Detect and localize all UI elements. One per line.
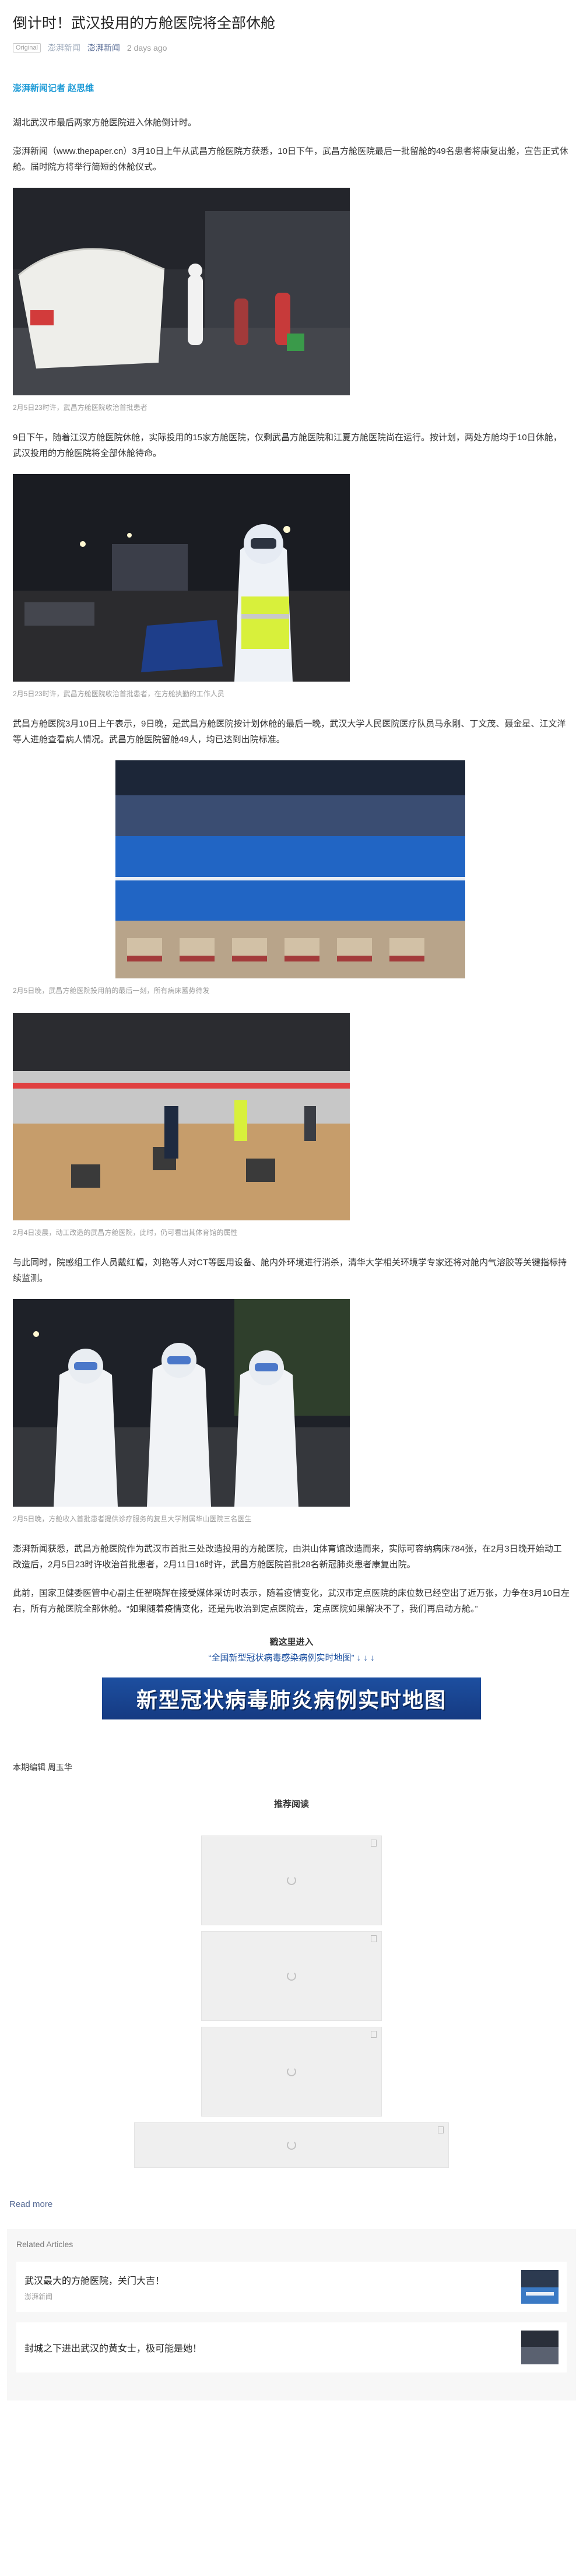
map-banner-text: 新型冠状病毒肺炎病例实时地图 — [136, 1688, 447, 1712]
source-link[interactable]: 澎湃新闻 — [48, 42, 80, 54]
figure-4: 2月4日凌晨，动工改造的武昌方舱医院，此时，仍可看出其体育馆的属性 — [13, 1013, 570, 1237]
related-item-title: 武汉最大的方舱医院，关门大吉！ — [24, 2276, 165, 2286]
loading-icon — [287, 2140, 296, 2150]
loading-icon — [287, 1971, 296, 1981]
recommend-placeholder[interactable] — [201, 2027, 382, 2117]
caption-2: 2月5日23时许，武昌方舱医院收治首批患者，在方舱执勤的工作人员 — [13, 690, 224, 698]
account-link[interactable]: 澎湃新闻 — [87, 42, 120, 54]
related-articles: Related Articles 武汉最大的方舱医院，关门大吉！ 澎湃新闻 封城… — [7, 2229, 576, 2400]
recommend-placeholder[interactable] — [134, 2122, 449, 2168]
paragraph-6: 此前，国家卫健委医管中心副主任翟晓辉在接受媒体采访时表示，随着疫情变化，武汉市定… — [13, 1588, 570, 1614]
figure-3: 2月5日晚，武昌方舱医院投用前的最后一刻，所有病床蓄势待发 — [13, 760, 570, 995]
article-meta: Original 澎湃新闻 澎湃新闻 2 days ago — [13, 42, 570, 54]
related-heading: Related Articles — [16, 2240, 73, 2249]
photo-worker[interactable] — [13, 474, 350, 682]
photo-beds[interactable] — [115, 760, 465, 978]
recommend-placeholder[interactable] — [201, 1836, 382, 1925]
paragraph-1: 澎湃新闻（www.thepaper.cn）3月10日上午从武昌方舱医院方获悉，1… — [13, 146, 568, 172]
caption-4: 2月4日凌晨，动工改造的武昌方舱医院，此时，仍可看出其体育馆的属性 — [13, 1229, 238, 1237]
related-item-source: 澎湃新闻 — [24, 2292, 53, 2301]
related-item[interactable]: 武汉最大的方舱医院，关门大吉！ 澎湃新闻 — [16, 2262, 567, 2312]
related-item[interactable]: 封城之下进出武汉的黄女士，极可能是她！ — [16, 2322, 567, 2373]
related-item-thumbnail — [521, 2270, 559, 2304]
cta-link[interactable]: “全国新型冠状病毒感染病例实时地图” ↓ ↓ ↓ — [13, 1651, 570, 1663]
paragraph-4: 与此同时，院感组工作人员戴红帽，刘艳等人对CT等医用设备、舱内外环境进行消杀，清… — [13, 1258, 567, 1283]
flag-icon — [371, 1840, 377, 1847]
figure-5: 2月5日晚，方舱收入首批患者提供诊疗服务的复旦大学附属华山医院三名医生 — [13, 1299, 570, 1524]
photo-doctors-graphic — [13, 1299, 350, 1507]
photo-gym[interactable] — [13, 1013, 350, 1220]
article-page: 倒计时！武汉投用的方舱医院将全部休舱 Original 澎湃新闻 澎湃新闻 2 … — [0, 0, 583, 2576]
figure-1: 2月5日23时许，武昌方舱医院收治首批患者 — [13, 188, 570, 412]
article-title: 倒计时！武汉投用的方舱医院将全部休舱 — [13, 15, 276, 31]
read-more-link[interactable]: Read more — [9, 2199, 583, 2209]
related-item-title: 封城之下进出武汉的黄女士，极可能是她！ — [24, 2344, 202, 2354]
caption-1: 2月5日23时许，武昌方舱医院收治首批患者 — [13, 403, 147, 412]
flag-icon — [438, 2126, 444, 2133]
recommend-list — [13, 1836, 570, 2168]
photo-doctors[interactable] — [13, 1299, 350, 1507]
editor-credit: 本期编辑 周玉华 — [13, 1763, 72, 1772]
loading-icon — [287, 2067, 296, 2076]
map-banner[interactable]: 新型冠状病毒肺炎病例实时地图 — [102, 1677, 481, 1719]
photo-beds-graphic — [115, 760, 465, 978]
photo-worker-graphic — [13, 474, 350, 682]
paragraph-intro: 湖北武汉市最后两家方舱医院进入休舱倒计时。 — [13, 118, 197, 128]
photo-tent[interactable] — [13, 188, 350, 395]
loading-icon — [287, 1876, 296, 1885]
paragraph-3: 武昌方舱医院3月10日上午表示，9日晚，是武昌方舱医院按计划休舱的最后一晚，武汉… — [13, 719, 566, 745]
paragraph-2: 9日下午，随着江汉方舱医院休舱，实际投用的15家方舱医院，仅剩武昌方舱医院和江夏… — [13, 433, 562, 458]
flag-icon — [371, 1935, 377, 1942]
reporter-line: 澎湃新闻记者 赵思维 — [13, 83, 94, 93]
recommend-title: 推荐阅读 — [273, 1799, 309, 1809]
caption-5: 2月5日晚，方舱收入首批患者提供诊疗服务的复旦大学附属华山医院三名医生 — [13, 1515, 252, 1523]
map-cta: 戳这里进入 “全国新型冠状病毒感染病例实时地图” ↓ ↓ ↓ 新型冠状病毒肺炎病… — [13, 1636, 570, 1719]
recommend-placeholder[interactable] — [201, 1931, 382, 2021]
photo-gym-graphic — [13, 1013, 350, 1220]
flag-icon — [371, 2031, 377, 2038]
figure-2: 2月5日23时许，武昌方舱医院收治首批患者，在方舱执勤的工作人员 — [13, 474, 570, 699]
publish-time: 2 days ago — [127, 43, 167, 52]
related-item-thumbnail — [521, 2331, 559, 2364]
original-tag: Original — [13, 43, 41, 52]
paragraph-5: 澎湃新闻获悉，武昌方舱医院作为武汉市首批三处改造投用的方舱医院，由洪山体育馆改造… — [13, 1544, 562, 1570]
photo-tent-graphic — [13, 188, 350, 395]
cta-title: 戳这里进入 — [269, 1637, 314, 1647]
caption-3: 2月5日晚，武昌方舱医院投用前的最后一刻，所有病床蓄势待发 — [13, 987, 210, 995]
article-body: 倒计时！武汉投用的方舱医院将全部休舱 Original 澎湃新闻 澎湃新闻 2 … — [0, 0, 583, 2168]
